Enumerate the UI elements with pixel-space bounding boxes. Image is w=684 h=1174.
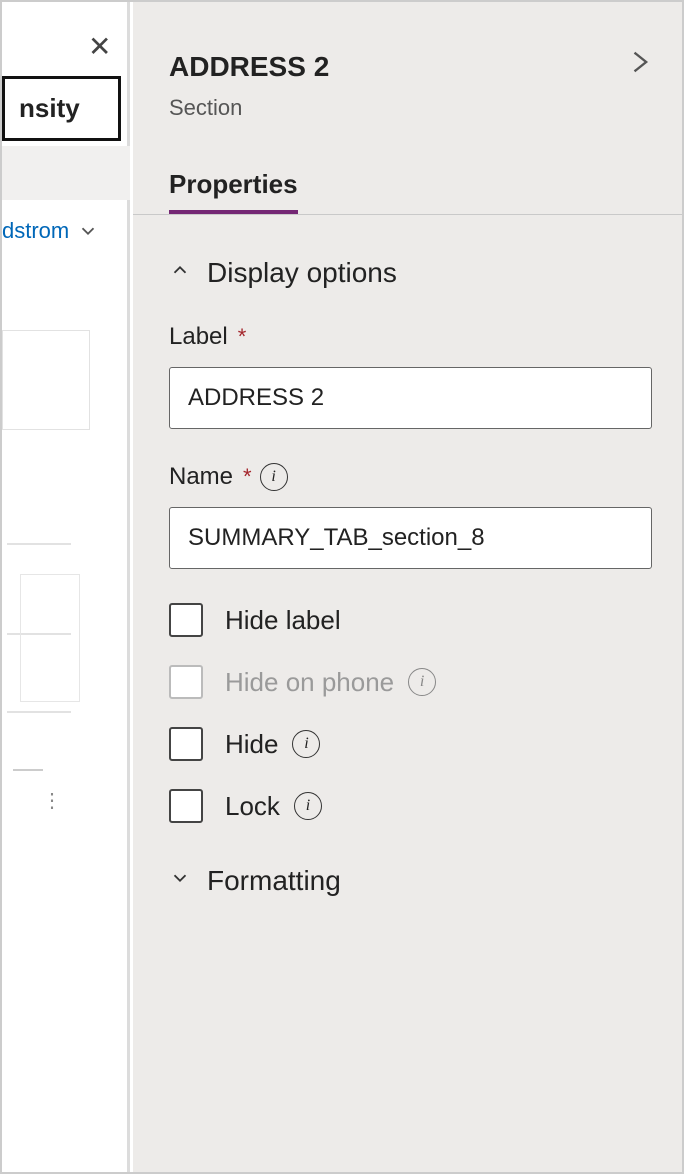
hide-label-row: Hide label (169, 603, 652, 637)
info-icon[interactable]: i (292, 730, 320, 758)
label-field-label: Label (169, 323, 228, 351)
chevron-up-icon (169, 259, 207, 287)
formatting-title: Formatting (207, 865, 341, 897)
name-field: Name * i (169, 463, 652, 569)
canvas-placeholder (2, 330, 90, 430)
required-indicator: * (238, 324, 247, 350)
canvas-placeholder (2, 472, 90, 1012)
chevron-down-icon (77, 220, 99, 242)
info-icon[interactable]: i (408, 668, 436, 696)
name-input[interactable] (169, 507, 652, 569)
properties-panel: ADDRESS 2 Section Properties Display opt… (133, 2, 682, 1172)
canvas-placeholder (20, 574, 80, 702)
more-menu-icon[interactable]: ⋮ (42, 788, 64, 813)
lock-row: Lock i (169, 789, 652, 823)
hide-row: Hide i (169, 727, 652, 761)
lock-checkbox[interactable] (169, 789, 203, 823)
hide-label-checkbox[interactable] (169, 603, 203, 637)
hide-checkbox[interactable] (169, 727, 203, 761)
info-icon[interactable]: i (294, 792, 322, 820)
tabs: Properties (133, 169, 682, 215)
chevron-down-icon (169, 867, 207, 895)
hide-label-text: Hide label (225, 605, 341, 636)
hide-on-phone-text: Hide on phone (225, 667, 394, 698)
record-link-text: dstrom (2, 218, 69, 244)
display-options-title: Display options (207, 257, 397, 289)
chevron-right-icon (624, 42, 652, 82)
hide-text: Hide (225, 729, 278, 760)
panel-subtitle: Section (169, 95, 652, 121)
hide-on-phone-checkbox (169, 665, 203, 699)
density-label: nsity (19, 93, 80, 124)
left-pane: ✕ nsity dstrom ⋮ (2, 2, 130, 1172)
record-link[interactable]: dstrom (2, 218, 130, 244)
required-indicator: * (243, 464, 252, 490)
info-icon[interactable]: i (260, 463, 288, 491)
display-options-header[interactable]: Display options (169, 257, 652, 289)
formatting-header[interactable]: Formatting (169, 865, 652, 897)
label-input[interactable] (169, 367, 652, 429)
name-field-label: Name (169, 463, 233, 491)
tab-properties[interactable]: Properties (169, 169, 298, 214)
label-field: Label * (169, 323, 652, 429)
density-button[interactable]: nsity (2, 76, 121, 141)
hide-on-phone-row: Hide on phone i (169, 665, 652, 699)
left-divider-stripe (2, 146, 130, 200)
lock-text: Lock (225, 791, 280, 822)
close-icon[interactable]: ✕ (88, 30, 111, 63)
collapse-panel-button[interactable] (624, 42, 652, 91)
panel-title: ADDRESS 2 (169, 51, 329, 83)
